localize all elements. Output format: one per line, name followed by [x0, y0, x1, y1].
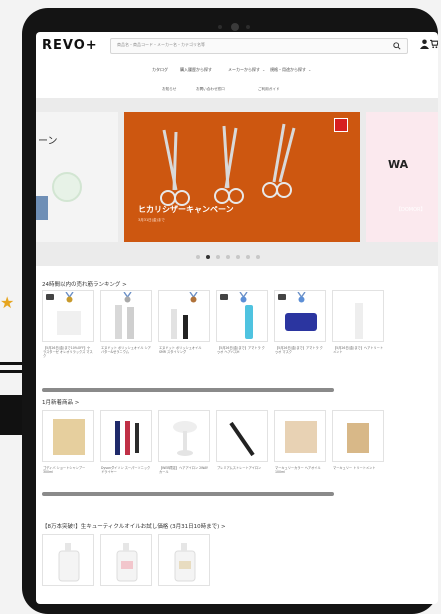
product-image: [216, 410, 268, 462]
banner-carousel: ーン ヒカリシザーキャンペーン 3月31日(金)まで WA 【DOMOR】: [36, 98, 438, 266]
banner-right-tag: 【DOMOR】: [396, 207, 426, 213]
product-image: [158, 534, 210, 586]
chevron-down-icon: ⌄: [308, 67, 312, 72]
product-shape: [171, 309, 188, 339]
subnav-item-maker[interactable]: メーカーから探す: [228, 67, 260, 73]
product-image: [42, 534, 94, 586]
product-image: [274, 410, 326, 462]
search-icon[interactable]: [393, 42, 401, 50]
notice-item-news[interactable]: お知らせ: [162, 87, 176, 92]
product-image: [100, 290, 152, 342]
carousel-dot[interactable]: [196, 255, 200, 259]
product-shape: [115, 305, 134, 339]
product-desc: 【5月26日(金)まで】ヘアトリートメント: [333, 346, 383, 355]
decorative-block: [0, 395, 22, 435]
product-desc: プレミアムストレートアイロン: [217, 466, 262, 470]
sensor-dot: [218, 25, 222, 29]
product-shape: [347, 423, 369, 453]
tablet-frame: REVO+ 商品名・商品コード・メーカー名・カテゴリ名等 カタログ 購入履歴から…: [22, 8, 438, 614]
banner-title: ヒカリシザーキャンペーン: [138, 205, 234, 214]
carousel-dot[interactable]: [216, 255, 220, 259]
product-desc: マーキュリーカラー ヘアオイル 100ml: [275, 466, 321, 475]
carousel-dot-active[interactable]: [206, 255, 210, 259]
product-image: [100, 534, 152, 586]
product-desc: マーキュリー トリートメント: [333, 466, 376, 470]
product-image: [42, 410, 94, 462]
product-shape: [58, 543, 80, 582]
user-icon[interactable]: [420, 39, 429, 49]
search-placeholder: 商品名・商品コード・メーカー名・カテゴリ名等: [117, 42, 205, 47]
horizontal-scrollbar[interactable]: [42, 492, 334, 496]
product-shape: [115, 421, 139, 455]
product-desc: 【5月26日(金)まで10%OFF】ケラスターゼ オレオリラックス マスク: [43, 346, 93, 359]
product-desc: ゴディバ ショートシャンプー 300ml: [43, 466, 86, 475]
banner-slide-next[interactable]: WA 【DOMOR】: [366, 112, 438, 242]
star-decoration: ★: [0, 293, 15, 312]
product-shape: [57, 311, 81, 335]
product-shape: [285, 313, 317, 331]
carousel-dot[interactable]: [226, 255, 230, 259]
product-desc: 【5月26日(金)まで】アマトラ クゥオ マスク: [275, 346, 323, 355]
new-arrivals-section-title[interactable]: 1月新着商品 >: [42, 398, 79, 406]
product-image: [158, 410, 210, 462]
product-image: [52, 172, 82, 202]
subnav-item-catalog[interactable]: カタログ: [152, 67, 168, 73]
product-shape: [174, 543, 196, 582]
product-shape: [355, 303, 363, 339]
cart-icon[interactable]: [430, 39, 438, 49]
product-image: [216, 290, 268, 342]
carousel-dot[interactable]: [236, 255, 240, 259]
banner-slide-previous[interactable]: ーン: [36, 112, 118, 242]
trial-section-title[interactable]: 【8万本突破!】生キューティクルオイルお試し価格 (3月31日10時まで) >: [42, 522, 226, 530]
product-desc: エヌドット ポリッシュオイル シアバター&ゼラニウム: [101, 346, 151, 355]
product-image: [42, 290, 94, 342]
banner-right-logo: WA: [388, 158, 409, 171]
ranking-section-title[interactable]: 24時間以内の売れ筋ランキング >: [42, 280, 127, 288]
product-desc: 【WEB限定】ヘアアイロン 2WAY カール: [159, 466, 208, 475]
site-logo[interactable]: REVO+: [42, 38, 98, 53]
product-image: [100, 410, 152, 462]
banner-slide-active[interactable]: ヒカリシザーキャンペーン 3月31日(金)まで: [124, 112, 360, 242]
product-desc: 【5月26日(金)まで】アマトラ クゥオ ヘアバスH: [217, 346, 265, 355]
banner-subtitle: 3月31日(金)まで: [138, 218, 165, 222]
carousel-dot[interactable]: [246, 255, 250, 259]
product-shape: [173, 421, 197, 456]
chevron-down-icon: ⌄: [262, 67, 266, 72]
product-image: [332, 290, 384, 342]
product-desc: エヌドット ポリッシュオイル SMR スタイリング: [159, 346, 202, 355]
notice-item-contact[interactable]: お問い合わせ窓口: [196, 87, 225, 92]
camera-icon: [231, 23, 239, 31]
product-desc: Dysonダイソン スーパーソニック ドライヤー: [101, 466, 151, 475]
subnav-item-history[interactable]: 購入履歴から探す: [180, 67, 212, 73]
product-image: [274, 290, 326, 342]
notice-item-guide[interactable]: ご利用ガイド: [258, 87, 280, 92]
search-input[interactable]: 商品名・商品コード・メーカー名・カテゴリ名等: [110, 38, 408, 54]
product-shape: [116, 543, 138, 582]
sub-navigation: カタログ 購入履歴から探す メーカーから探す ⌄ 規格・用途から探す ⌄: [36, 64, 438, 80]
sensor-dot: [246, 25, 250, 29]
product-shape: [285, 421, 317, 453]
product-shape: [245, 305, 253, 339]
subnav-item-usage[interactable]: 規格・用途から探す: [270, 67, 306, 73]
product-image: [158, 290, 210, 342]
product-shape: [53, 419, 85, 455]
screen: REVO+ 商品名・商品コード・メーカー名・カテゴリ名等 カタログ 購入履歴から…: [36, 32, 438, 604]
product-shape: [229, 421, 255, 457]
product-image: [332, 410, 384, 462]
horizontal-scrollbar[interactable]: [42, 388, 334, 392]
product-image: [36, 196, 48, 220]
banner-left-text: ーン: [38, 136, 58, 147]
notice-bar: お知らせ お問い合わせ窓口 ご利用ガイド: [36, 84, 438, 96]
carousel-dots: [196, 254, 276, 260]
site-header: REVO+ 商品名・商品コード・メーカー名・カテゴリ名等: [36, 32, 438, 64]
brand-badge-icon: [334, 118, 348, 132]
carousel-dot[interactable]: [256, 255, 260, 259]
